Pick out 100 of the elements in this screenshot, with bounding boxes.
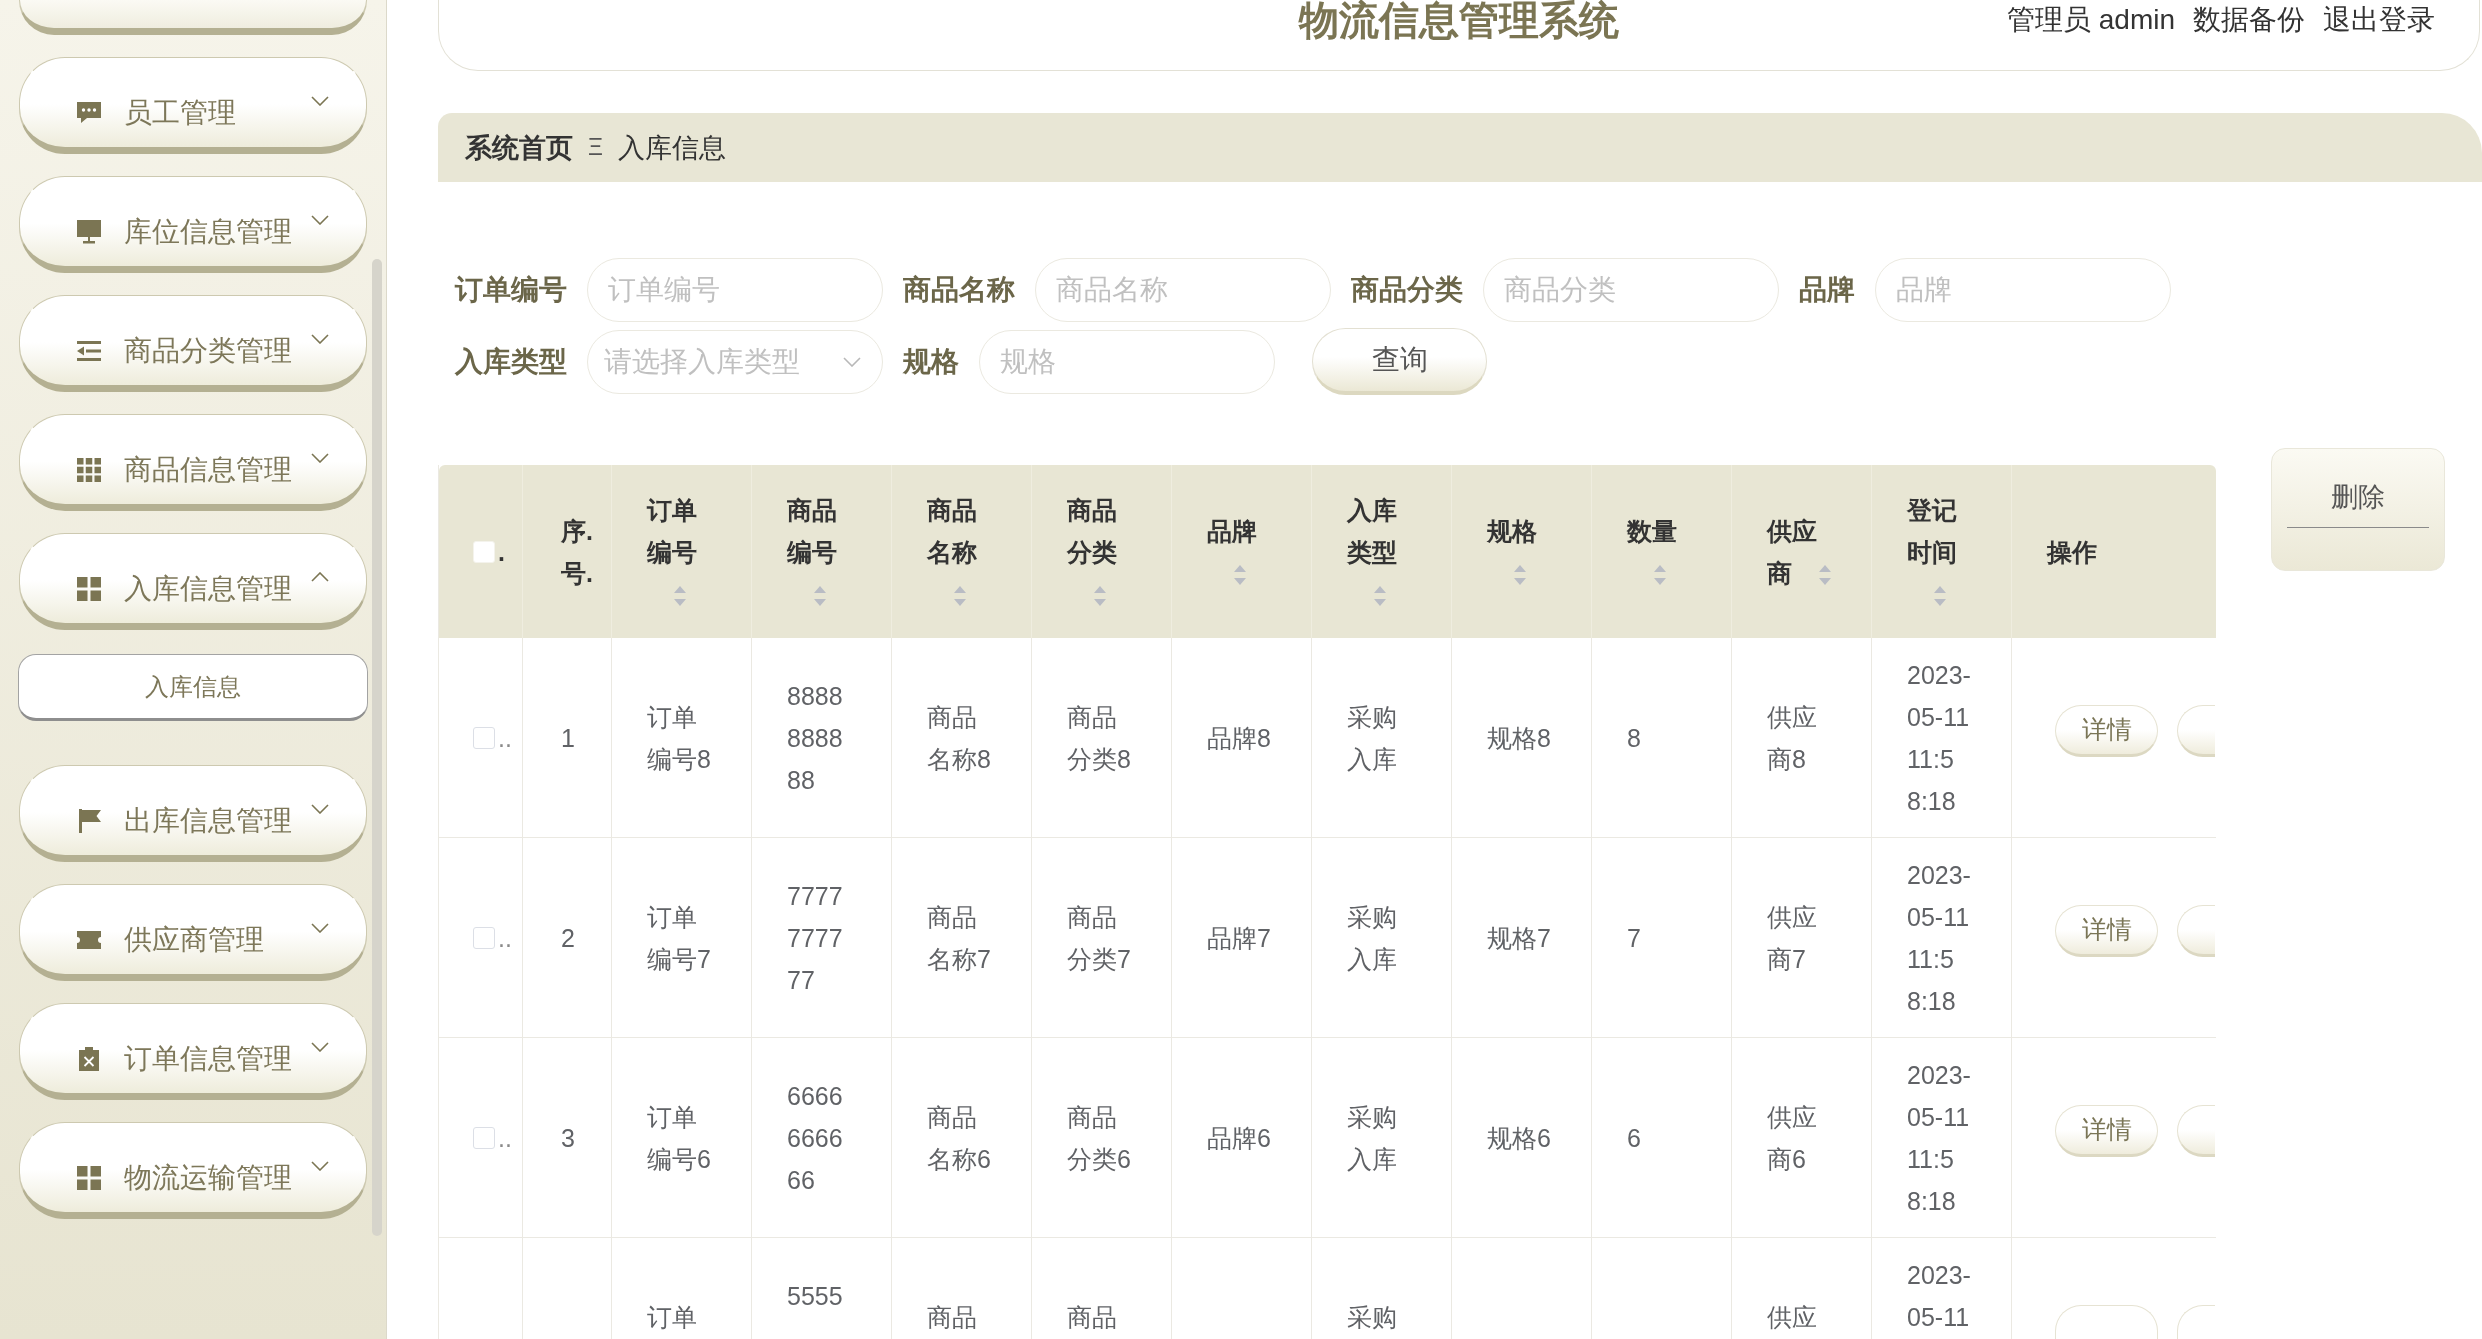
action-button[interactable] [2177, 1104, 2215, 1157]
table-cell: 商品 [892, 1238, 1032, 1339]
user-label: 管理员 admin [2006, 3, 2175, 37]
column-header: 规格 [1487, 516, 1537, 545]
chevron-down-icon[interactable] [311, 923, 329, 933]
table-cell: 采购 [1312, 1238, 1452, 1339]
chevron-down-icon[interactable] [311, 453, 329, 463]
column-header: 品牌 [1207, 516, 1257, 545]
table-cell: 2023-05-11 11:58:18 [1872, 1038, 2012, 1237]
table-cell: 7 [1592, 838, 1732, 1037]
column-header: 供应商 [1767, 516, 1817, 587]
column-header: 入库类型 [1347, 495, 1397, 566]
column-header: 登记时间 [1907, 495, 1957, 566]
breadcrumb-link[interactable]: 系统首页 [465, 129, 573, 166]
table-cell: 6 [1592, 1038, 1732, 1237]
select-field[interactable]: 请选择入库类型 [587, 329, 883, 394]
breadcrumb-separator: Ξ [588, 134, 603, 161]
search-button[interactable]: 查询 [1312, 328, 1487, 395]
table-cell: 2023-05-11 [1872, 1238, 2012, 1339]
menu-item[interactable]: 商品分类管理 [19, 295, 367, 392]
chevron-down-icon[interactable] [311, 804, 329, 814]
table-cell: 订单编号7 [612, 838, 752, 1037]
table-cell: 规格6 [1452, 1038, 1592, 1237]
table-cell: 8 [1592, 638, 1732, 837]
field-label: 商品分类 [1351, 273, 1463, 307]
table-cell: 商品 [1032, 1238, 1172, 1339]
scrollbar[interactable] [372, 259, 382, 1236]
column-header: 数量 [1627, 516, 1677, 545]
action-button[interactable] [2177, 704, 2215, 757]
menu-item[interactable]: 库位信息管理 [19, 176, 367, 273]
table-cell: 品牌6 [1172, 1038, 1312, 1237]
action-button[interactable] [2055, 1305, 2158, 1339]
menu-item[interactable]: 出库信息管理 [19, 765, 367, 862]
header-link[interactable]: 退出登录 [2323, 0, 2435, 40]
table-cell: 6666666666 [752, 1038, 892, 1237]
input-field[interactable]: 规格 [979, 329, 1275, 394]
column-header: 订单编号 [647, 495, 697, 566]
input-field[interactable]: 订单编号 [587, 258, 883, 322]
table-cell: 采购入库 [1312, 838, 1452, 1037]
action-button[interactable] [2177, 1305, 2215, 1339]
detail-button[interactable]: 详情 [2055, 704, 2158, 757]
chevron-up-icon[interactable] [311, 572, 329, 582]
table-cell: 商品名称7 [892, 838, 1032, 1037]
detail-button[interactable]: 详情 [2055, 1104, 2158, 1157]
table-cell: 2 [523, 838, 612, 1037]
input-field[interactable]: 商品分类 [1483, 258, 1779, 322]
select-all-checkbox[interactable] [473, 540, 495, 563]
table-cell: 商品名称8 [892, 638, 1032, 837]
row-checkbox[interactable] [473, 926, 495, 949]
table-cell: 品牌8 [1172, 638, 1312, 837]
chevron-down-icon[interactable] [311, 1042, 329, 1052]
table-cell: 供应商8 [1732, 638, 1872, 837]
flag-icon [77, 808, 101, 833]
menu-item[interactable]: 物流运输管理 [19, 1122, 367, 1219]
field-label: 规格 [903, 344, 959, 379]
row-checkbox[interactable] [473, 1126, 495, 1149]
table-cell: 采购入库 [1312, 638, 1452, 837]
table-cell: 3 [523, 1038, 612, 1237]
detail-button[interactable]: 详情 [2055, 904, 2158, 957]
table-cell: 1 [523, 638, 612, 837]
table-cell: 商品分类6 [1032, 1038, 1172, 1237]
chevron-down-icon[interactable] [311, 334, 329, 344]
table-cell: 规格8 [1452, 638, 1592, 837]
grid-icon [77, 576, 101, 601]
table-cell: 商品分类7 [1032, 838, 1172, 1037]
delete-button[interactable]: 删除 [2271, 448, 2445, 571]
action-button[interactable] [2177, 904, 2215, 957]
table-cell: 商品名称6 [892, 1038, 1032, 1237]
menu-item[interactable]: 订单信息管理 [19, 1003, 367, 1100]
table-cell: 订单编号6 [612, 1038, 752, 1237]
table-cell: 采购入库 [1312, 1038, 1452, 1237]
header-link[interactable]: 数据备份 [2193, 0, 2305, 40]
table-cell: 供应 [1732, 1238, 1872, 1339]
table-cell: 7777777777 [752, 838, 892, 1037]
field-label: 品牌 [1799, 273, 1855, 307]
overflow-dots: .. [498, 922, 512, 953]
column-header: 序.号. [561, 516, 593, 587]
field-label: 商品名称 [903, 273, 1015, 307]
grid-icon [77, 1165, 101, 1190]
table-cell: 5555 [752, 1238, 892, 1339]
menu-item[interactable]: 商品信息管理 [19, 414, 367, 511]
chevron-down-icon[interactable] [311, 1161, 329, 1171]
menu-item[interactable]: 员工管理 [19, 57, 367, 154]
chevron-down-icon[interactable] [843, 356, 861, 367]
input-field[interactable]: 品牌 [1875, 258, 2171, 322]
table-cell: 规格7 [1452, 838, 1592, 1037]
row-checkbox[interactable] [473, 726, 495, 749]
column-header: 操作 [2047, 537, 2097, 566]
table-cell: 订单 [612, 1238, 752, 1339]
menu-item[interactable]: 供应商管理 [19, 884, 367, 981]
input-field[interactable]: 商品名称 [1035, 258, 1331, 322]
table-cell: 供应商7 [1732, 838, 1872, 1037]
table-cell: 2023-05-11 11:58:18 [1872, 638, 2012, 837]
chevron-down-icon[interactable] [311, 96, 329, 106]
chevron-down-icon[interactable] [311, 215, 329, 225]
overflow-dots: .. [498, 722, 512, 753]
menu-item[interactable]: 入库信息管理 [19, 533, 367, 630]
table-cell: 2023-05-11 11:58:18 [1872, 838, 2012, 1037]
table-cell: 订单编号8 [612, 638, 752, 837]
submenu-item[interactable]: 入库信息 [18, 654, 368, 721]
